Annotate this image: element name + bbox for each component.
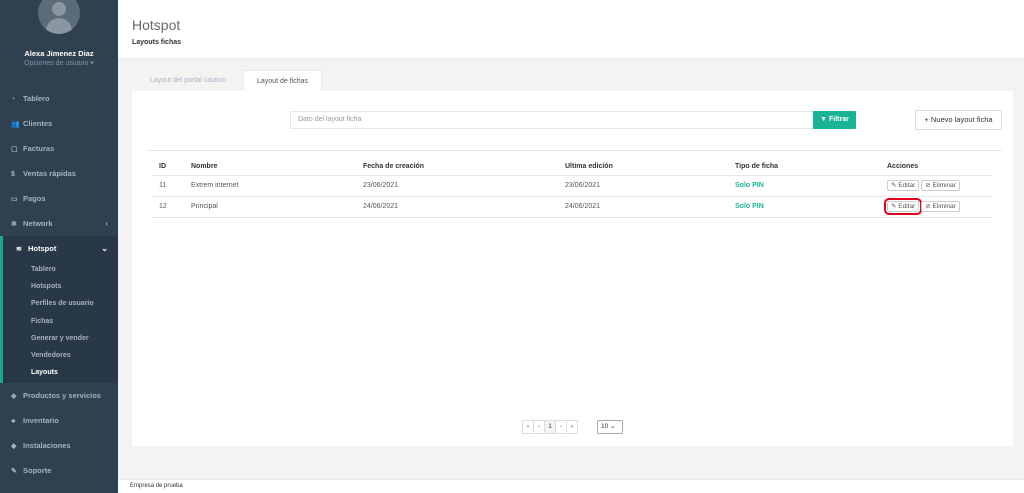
dollar-icon: $ <box>11 171 15 178</box>
layouts-table: ID Nombre Fecha de creación Ultima edici… <box>152 159 992 218</box>
footer-company: Empresa de prueba <box>130 483 183 489</box>
hotspot-submenu: Tablero Hotspots Perfiles de usuario Fic… <box>0 261 118 384</box>
submenu-item-layouts[interactable]: Layouts <box>3 364 118 381</box>
users-icon: 👥 <box>11 121 20 128</box>
divider <box>146 150 1002 151</box>
submenu-item-generar[interactable]: Generar y vender <box>3 330 118 347</box>
tab-layout-fichas[interactable]: Layout de fichas <box>243 70 322 91</box>
cell-id: 11 <box>152 175 184 197</box>
wifi-icon: ≋ <box>16 246 22 253</box>
sidebar-item-tablero[interactable]: ◔ Tablero <box>0 86 118 111</box>
cell-id: 12 <box>152 196 184 218</box>
cell-nombre: Extrem internet <box>184 175 356 197</box>
delete-button[interactable]: ⊘ Eliminar <box>921 180 960 191</box>
cell-tipo: Solo PIN <box>728 196 880 218</box>
table-row: 12 Principal 24/06/2021 24/06/2021 Solo … <box>152 196 992 218</box>
cell-nombre: Principal <box>184 196 356 218</box>
search-input[interactable]: Dato del layout ficha <box>290 111 814 129</box>
cell-edicion: 23/06/2021 <box>558 175 728 197</box>
avatar[interactable] <box>38 0 80 34</box>
tab-portal-cautivo[interactable]: Layout del portal cautivo <box>134 70 242 91</box>
submenu-item-hotspots[interactable]: Hotspots <box>3 278 118 295</box>
table-row: 11 Extrem internet 23/06/2021 23/06/2021… <box>152 175 992 197</box>
submenu-item-fichas[interactable]: Fichas <box>3 313 118 330</box>
col-acciones: Acciones <box>880 159 992 176</box>
pagination: « ‹ 1 › » <box>522 420 578 434</box>
cubes-icon: ♣ <box>11 418 16 426</box>
page-size-select[interactable]: 10 ⌄ <box>597 420 623 434</box>
cell-acciones: ✎ Editar ⊘ Eliminar <box>880 196 992 218</box>
col-fecha-creacion[interactable]: Fecha de creación <box>356 159 558 176</box>
sidebar-item-hotspot[interactable]: ≋ Hotspot ⌄ <box>0 236 118 261</box>
sidebar-item-network[interactable]: ✻ Network ‹ <box>0 211 118 236</box>
page-last-button[interactable]: » <box>566 420 578 434</box>
cell-creacion: 24/06/2021 <box>356 196 558 218</box>
cell-edicion: 24/06/2021 <box>558 196 728 218</box>
submenu-item-perfiles[interactable]: Perfiles de usuario <box>3 295 118 312</box>
wrench-icon: ✎ <box>11 468 17 476</box>
sidebar-item-instalaciones[interactable]: ◆ Instalaciones <box>0 433 118 458</box>
chevron-left-icon: ‹ <box>105 219 108 228</box>
user-options-dropdown[interactable]: Opciones de usuario ▾ <box>0 59 118 67</box>
cell-acciones: ✎ Editar ⊘ Eliminar <box>880 175 992 197</box>
page-title: Hotspot <box>132 17 181 33</box>
pin-icon: ◆ <box>11 443 17 451</box>
sidebar-nav: ◔ Tablero 👥 Clientes ▢ Facturas $ Ventas ráp… <box>0 86 118 483</box>
sidebar-item-inventario[interactable]: ♣ Inventario <box>0 408 118 433</box>
breadcrumb: Layouts fichas <box>132 39 182 46</box>
profile-block: Alexa Jimenez Diaz Opciones de usuario ▾ <box>0 0 118 84</box>
file-icon: ▢ <box>11 146 18 153</box>
filter-button[interactable]: ▼ Filtrar <box>813 111 856 129</box>
sidebar: Alexa Jimenez Diaz Opciones de usuario ▾… <box>0 0 118 493</box>
sidebar-item-clientes[interactable]: 👥 Clientes <box>0 111 118 136</box>
money-icon: ▭ <box>11 196 18 203</box>
col-nombre[interactable]: Nombre <box>184 159 356 176</box>
content-panel: Dato del layout ficha ▼ Filtrar + Nuevo … <box>132 91 1013 446</box>
sidebar-item-soporte[interactable]: ✎ Soporte <box>0 458 118 483</box>
delete-button[interactable]: ⊘ Eliminar <box>921 201 960 212</box>
page-heading: Hotspot Layouts fichas <box>118 0 1024 59</box>
col-tipo-ficha[interactable]: Tipo de ficha <box>728 159 880 176</box>
table-header-row: ID Nombre Fecha de creación Ultima edici… <box>152 159 992 176</box>
sidebar-item-ventas[interactable]: $ Ventas rápidas <box>0 161 118 186</box>
sidebar-item-facturas[interactable]: ▢ Facturas <box>0 136 118 161</box>
edit-button-highlighted[interactable]: ✎ Editar <box>883 198 923 215</box>
sidebar-item-pagos[interactable]: ▭ Pagos <box>0 186 118 211</box>
col-ultima-edicion[interactable]: Ultima edición <box>558 159 728 176</box>
cell-creacion: 23/06/2021 <box>356 175 558 197</box>
chevron-down-icon: ⌄ <box>101 244 108 253</box>
footer: Empresa de prueba <box>118 479 1024 493</box>
col-id[interactable]: ID <box>152 159 184 176</box>
profile-name: Alexa Jimenez Diaz <box>24 49 94 58</box>
sidebar-item-productos[interactable]: ◈ Productos y servicios <box>0 383 118 408</box>
submenu-item-vendedores[interactable]: Vendedores <box>3 347 118 364</box>
new-layout-button[interactable]: + Nuevo layout ficha <box>915 110 1002 130</box>
submenu-item-tablero[interactable]: Tablero <box>3 261 118 278</box>
tag-icon: ◈ <box>11 393 17 401</box>
dashboard-icon: ◔ <box>11 96 16 103</box>
network-icon: ✻ <box>11 221 17 228</box>
cell-tipo: Solo PIN <box>728 175 880 197</box>
edit-button[interactable]: ✎ Editar <box>887 180 920 191</box>
